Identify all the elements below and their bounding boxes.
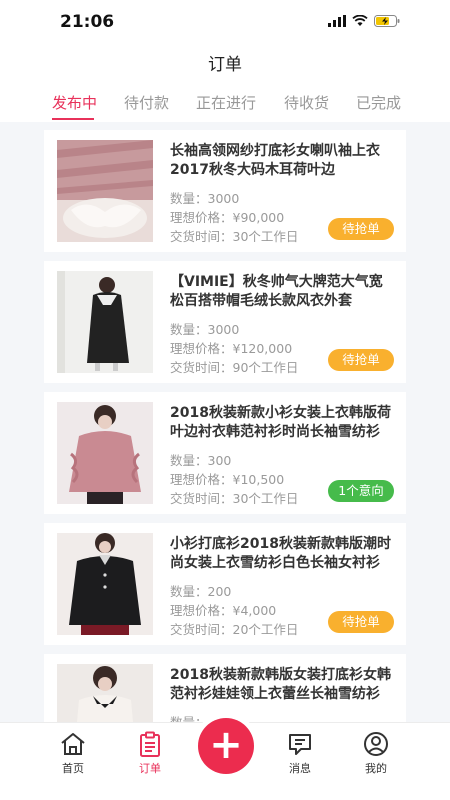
tab-home[interactable]: 首页 [43,731,103,776]
tab-in-progress[interactable]: 正在进行 [196,92,256,113]
order-card[interactable]: 小衫打底衫2018秋装新款韩版潮时尚女装上衣雪纺衫白色长袖女衬衫 数量：200 … [44,523,406,645]
tab-mine[interactable]: 我的 [346,731,406,776]
order-title: 2018秋装新款小衫女装上衣韩版荷叶边衬衣韩范衬衫时尚长袖雪纺衫 [170,405,391,440]
order-price: 理想价格：¥120,000 [170,341,293,356]
tab-pending-receipt[interactable]: 待收货 [284,92,329,113]
order-list[interactable]: 长袖高领网纱打底衫女喇叭袖上衣2017秋冬大码木耳荷叶边 数量：3000 理想价… [36,122,414,722]
tab-orders-label: 订单 [139,762,161,775]
order-quantity: 数量：200 [170,584,232,599]
tab-pending-payment[interactable]: 待付款 [124,92,169,113]
wifi-icon [352,15,368,26]
product-image [57,664,153,722]
status-bar: 21:06 [0,0,450,44]
tab-indicator [52,118,94,120]
plus-icon: + [209,722,243,768]
order-price: 理想价格：¥4,000 [170,603,277,618]
order-quantity: 数量：300 [170,453,232,468]
order-tabs: 发布中 待付款 正在进行 待收货 已完成 [0,80,450,122]
battery-icon [374,15,400,27]
tab-mine-label: 我的 [365,762,387,775]
tab-completed[interactable]: 已完成 [356,92,401,113]
product-image [57,533,153,635]
order-title: 2018秋装新款韩版女装打底衫女韩范衬衫娃娃领上衣蕾丝长袖雪纺衫 [170,667,391,702]
grab-order-badge[interactable]: 待抢单 [328,218,394,240]
tab-messages-label: 消息 [289,762,311,775]
product-image [57,271,153,373]
user-icon [364,732,388,756]
product-image [57,140,153,242]
add-order-button[interactable]: + [198,718,254,774]
tab-home-label: 首页 [62,762,84,775]
order-price: 理想价格：¥90,000 [170,210,285,225]
order-price: 理想价格：¥10,500 [170,472,285,487]
order-delivery: 交货时间：20个工作日 [170,622,299,637]
clipboard-icon [140,731,160,757]
order-quantity: 数量：3000 [170,322,240,337]
status-time: 21:06 [60,12,115,32]
order-delivery: 交货时间：30个工作日 [170,491,299,506]
order-title: 长袖高领网纱打底衫女喇叭袖上衣2017秋冬大码木耳荷叶边 [170,143,380,178]
nav-bar: 订单 [0,44,450,80]
tab-orders[interactable]: 订单 [120,731,180,776]
order-card[interactable]: 2018秋装新款韩版女装打底衫女韩范衬衫娃娃领上衣蕾丝长袖雪纺衫 数量：300 [44,654,406,722]
status-icons [328,15,400,27]
tab-publishing[interactable]: 发布中 [52,92,97,113]
order-card[interactable]: 长袖高领网纱打底衫女喇叭袖上衣2017秋冬大码木耳荷叶边 数量：3000 理想价… [44,130,406,252]
page-title: 订单 [208,55,242,75]
grab-order-badge[interactable]: 待抢单 [328,349,394,371]
grab-order-badge[interactable]: 待抢单 [328,611,394,633]
order-title: 【VIMIE】秋冬帅气大牌范大气宽松百搭带帽毛绒长款风衣外套 [170,274,383,309]
order-delivery: 交货时间：90个工作日 [170,360,299,375]
order-title: 小衫打底衫2018秋装新款韩版潮时尚女装上衣雪纺衫白色长袖女衬衫 [170,536,391,571]
order-card[interactable]: 【VIMIE】秋冬帅气大牌范大气宽松百搭带帽毛绒长款风衣外套 数量：3000 理… [44,261,406,383]
order-card[interactable]: 2018秋装新款小衫女装上衣韩版荷叶边衬衣韩范衬衫时尚长袖雪纺衫 数量：300 … [44,392,406,514]
order-quantity: 数量：3000 [170,191,240,206]
intent-count-badge[interactable]: 1个意向 [328,480,394,502]
home-icon [61,733,85,755]
product-image [57,402,153,504]
message-icon [289,734,311,755]
tab-messages[interactable]: 消息 [270,731,330,776]
order-delivery: 交货时间：30个工作日 [170,229,299,244]
signal-icon [328,15,346,27]
